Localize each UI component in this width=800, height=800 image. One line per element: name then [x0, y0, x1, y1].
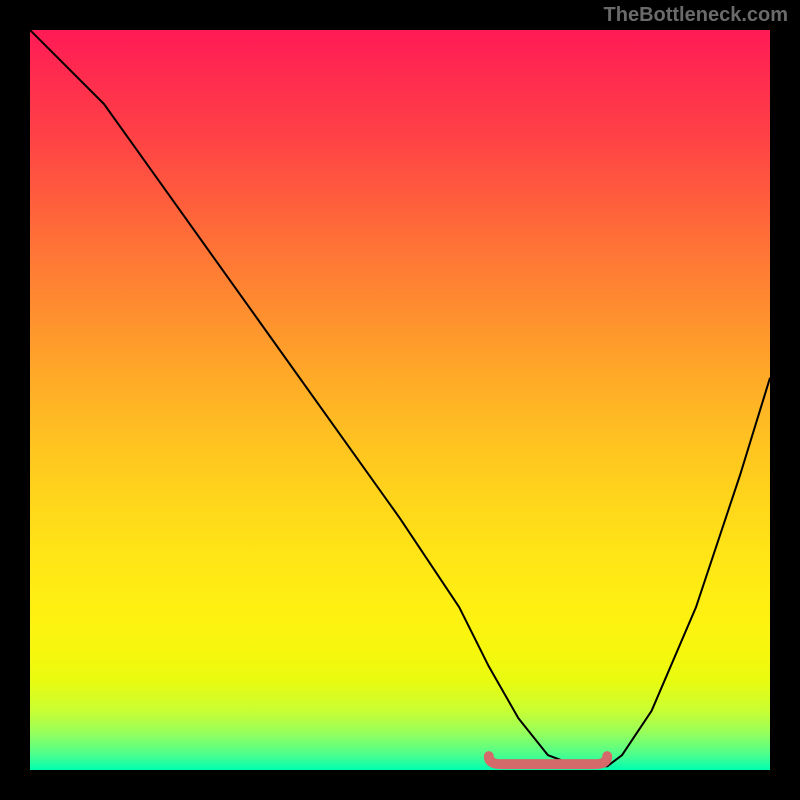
valley-highlight — [489, 756, 607, 764]
bottleneck-curve — [30, 30, 770, 766]
chart-plot-area — [30, 30, 770, 770]
watermark-text: TheBottleneck.com — [604, 4, 788, 27]
chart-svg — [30, 30, 770, 770]
